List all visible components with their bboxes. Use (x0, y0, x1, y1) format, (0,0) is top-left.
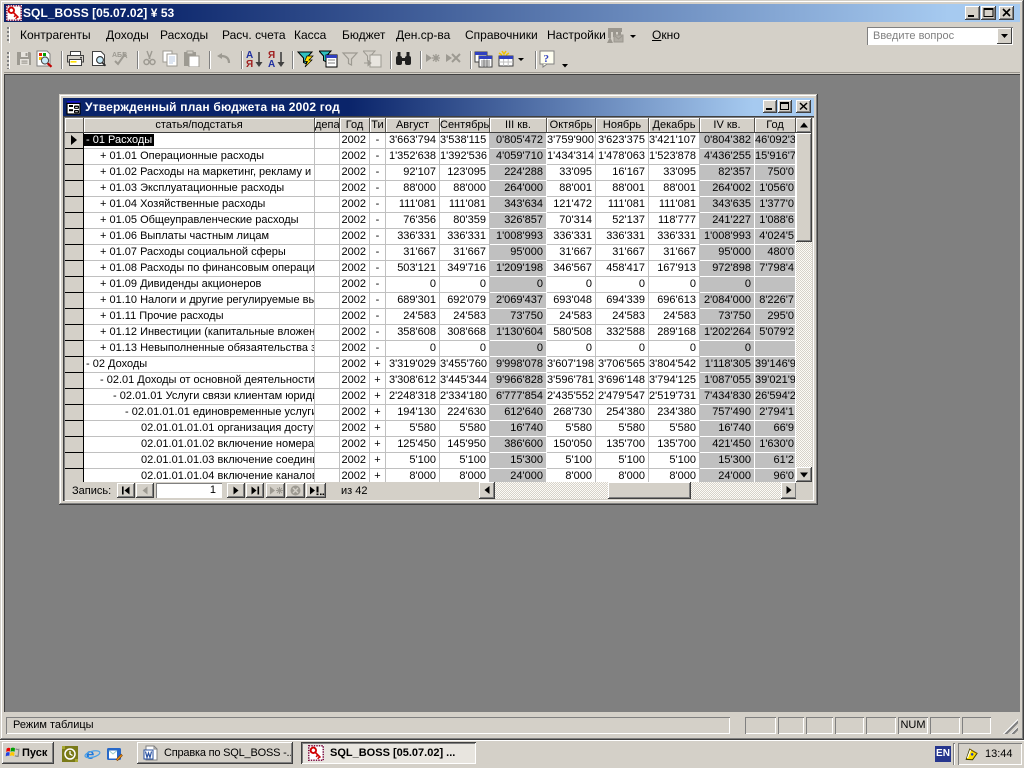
svg-text:?: ? (544, 53, 550, 65)
svg-text:e: e (86, 746, 94, 762)
svg-text:А: А (268, 59, 275, 68)
svg-text:Я: Я (246, 59, 253, 68)
